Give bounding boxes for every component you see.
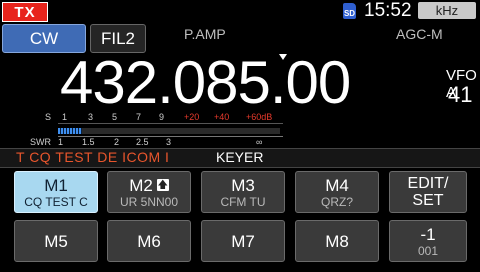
meter-bar-track	[58, 128, 280, 134]
memory-key-label: M8	[325, 231, 349, 251]
frequency-readout[interactable]: 432.085.00	[60, 50, 351, 116]
memory-key-label: M4	[325, 175, 349, 195]
s-scale-label: 1	[62, 112, 68, 122]
swr-scale-label: 1	[58, 137, 64, 147]
memory-key-m5[interactable]: M5	[14, 220, 98, 262]
swr-scale-label: 1.5	[82, 137, 95, 147]
meter-scale-line	[58, 123, 283, 124]
memory-key-m3[interactable]: M3 CFM TU	[201, 171, 285, 213]
sd-card-icon: SD	[343, 3, 356, 19]
edit-set-button[interactable]: EDIT/ SET	[389, 171, 467, 213]
memory-key-m7[interactable]: M7	[201, 220, 285, 262]
s-scale-label: S	[45, 112, 52, 122]
memory-key-label: M2	[129, 175, 153, 195]
frequency-unit-button[interactable]: kHz	[418, 2, 476, 19]
memory-key-m1[interactable]: M1 CQ TEST C	[14, 171, 98, 213]
keyer-title: KEYER	[216, 149, 264, 165]
meter-bar-fill	[58, 128, 82, 134]
memory-key-text: QRZ?	[320, 194, 353, 209]
s-scale-label: 5	[112, 112, 118, 122]
memory-key-m8[interactable]: M8	[295, 220, 379, 262]
memory-key-m4[interactable]: M4 QRZ?	[295, 171, 379, 213]
s-scale-label: 9	[159, 112, 165, 122]
swr-scale-label: 3	[166, 137, 172, 147]
memory-key-text: CQ TEST C	[24, 194, 88, 209]
channel-label: 41	[448, 82, 473, 107]
serial-decrement-label: -1	[420, 224, 436, 244]
swr-scale-label: SWR	[30, 137, 51, 147]
clock: 15:52	[364, 0, 412, 21]
memory-key-text: UR 5NN00	[119, 194, 179, 209]
memory-key-text: CFM TU	[220, 194, 266, 209]
serial-number: 001	[417, 243, 439, 258]
s-scale-label: +40	[214, 112, 230, 122]
agc-indicator: AGC-M	[396, 26, 443, 42]
cw-decode-text: T CQ TEST DE ICOM I	[16, 149, 170, 165]
memory-key-label: M3	[231, 175, 255, 195]
memory-key-m2[interactable]: M2 🡅 UR 5NN00	[107, 171, 191, 213]
memory-key-label: M7	[231, 231, 255, 251]
edit-set-label: EDIT/ SET	[407, 175, 449, 209]
memory-key-label: M5	[44, 231, 68, 251]
up-arrow-icon: 🡅	[156, 179, 169, 191]
s-scale-label: +60dB	[246, 112, 273, 122]
s-scale-label: +20	[184, 112, 200, 122]
tuning-step-marker-icon	[279, 54, 287, 60]
swr-scale-label: ∞	[256, 137, 263, 147]
tx-indicator: TX	[2, 2, 48, 22]
memory-key-m6[interactable]: M6	[107, 220, 191, 262]
memory-key-label: M1	[44, 175, 68, 195]
preamp-indicator: P.AMP	[184, 26, 226, 42]
s-scale-label: 3	[88, 112, 94, 122]
s-scale-label: 7	[136, 112, 142, 122]
swr-scale-label: 2	[114, 137, 120, 147]
memory-key-label: M6	[137, 231, 161, 251]
swr-scale-label: 2.5	[136, 137, 149, 147]
serial-decrement-button[interactable]: -1 001	[389, 220, 467, 262]
